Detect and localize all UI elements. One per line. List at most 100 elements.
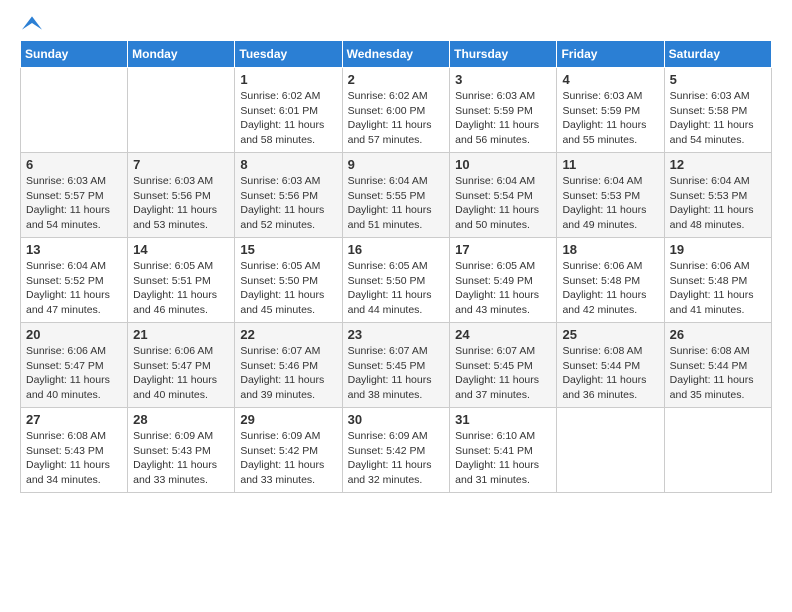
calendar-cell: 8Sunrise: 6:03 AM Sunset: 5:56 PM Daylig…	[235, 153, 342, 238]
calendar-cell: 31 Sunrise: 6:10 AM Sunset: 5:41 PM Dayli…	[450, 408, 557, 493]
day-info: Sunrise: 6:03 AM Sunset: 5:59 PM Dayligh…	[562, 89, 658, 148]
calendar-cell: 29Sunrise: 6:09 AM Sunset: 5:42 PM Dayli…	[235, 408, 342, 493]
day-number: 9	[348, 157, 445, 172]
day-info: Sunrise: 6:10 AM Sunset: 5:41 PM Dayligh…	[455, 429, 551, 488]
weekday-header-wednesday: Wednesday	[342, 41, 450, 68]
calendar-cell: 26 Sunrise: 6:08 AM Sunset: 5:44 PM Dayli…	[664, 323, 771, 408]
calendar-cell: 13 Sunrise: 6:04 AM Sunset: 5:52 PM Dayli…	[21, 238, 128, 323]
calendar-cell: 28 Sunrise: 6:09 AM Sunset: 5:43 PM Dayli…	[128, 408, 235, 493]
calendar-cell: 2Sunrise: 6:02 AM Sunset: 6:00 PM Daylig…	[342, 68, 450, 153]
day-number: 13	[26, 242, 122, 257]
calendar-header-row: SundayMondayTuesdayWednesdayThursdayFrid…	[21, 41, 772, 68]
day-info: Sunrise: 6:08 AM Sunset: 5:44 PM Dayligh…	[670, 344, 766, 403]
calendar-cell: 24 Sunrise: 6:07 AM Sunset: 5:45 PM Dayli…	[450, 323, 557, 408]
weekday-header-tuesday: Tuesday	[235, 41, 342, 68]
day-number: 19	[670, 242, 766, 257]
calendar-week-0: 1 Sunrise: 6:02 AM Sunset: 6:01 PM Daylig…	[21, 68, 772, 153]
calendar-week-1: 6 Sunrise: 6:03 AM Sunset: 5:57 PM Daylig…	[21, 153, 772, 238]
day-info: Sunrise: 6:05 AM Sunset: 5:50 PM Dayligh…	[240, 259, 336, 318]
day-number: 29	[240, 412, 336, 427]
day-number: 27	[26, 412, 122, 427]
calendar-cell: 3 Sunrise: 6:03 AM Sunset: 5:59 PM Daylig…	[450, 68, 557, 153]
day-number: 23	[348, 327, 445, 342]
weekday-header-saturday: Saturday	[664, 41, 771, 68]
day-info: Sunrise: 6:05 AM Sunset: 5:49 PM Dayligh…	[455, 259, 551, 318]
calendar-cell	[664, 408, 771, 493]
calendar-cell: 19Sunrise: 6:06 AM Sunset: 5:48 PM Dayli…	[664, 238, 771, 323]
calendar-cell: 30 Sunrise: 6:09 AM Sunset: 5:42 PM Dayli…	[342, 408, 450, 493]
calendar-cell: 11Sunrise: 6:04 AM Sunset: 5:53 PM Dayli…	[557, 153, 664, 238]
calendar-cell: 16 Sunrise: 6:05 AM Sunset: 5:50 PM Dayli…	[342, 238, 450, 323]
day-info: Sunrise: 6:07 AM Sunset: 5:45 PM Dayligh…	[348, 344, 445, 403]
calendar-cell: 21 Sunrise: 6:06 AM Sunset: 5:47 PM Dayli…	[128, 323, 235, 408]
day-info: Sunrise: 6:04 AM Sunset: 5:52 PM Dayligh…	[26, 259, 122, 318]
day-info: Sunrise: 6:06 AM Sunset: 5:47 PM Dayligh…	[26, 344, 122, 403]
day-number: 20	[26, 327, 122, 342]
day-number: 6	[26, 157, 122, 172]
weekday-header-monday: Monday	[128, 41, 235, 68]
day-info: Sunrise: 6:02 AM Sunset: 6:00 PM Dayligh…	[348, 89, 445, 148]
calendar-cell: 18Sunrise: 6:06 AM Sunset: 5:48 PM Dayli…	[557, 238, 664, 323]
day-number: 12	[670, 157, 766, 172]
calendar-cell: 15 Sunrise: 6:05 AM Sunset: 5:50 PM Dayli…	[235, 238, 342, 323]
logo-icon	[22, 16, 42, 30]
calendar-cell: 20 Sunrise: 6:06 AM Sunset: 5:47 PM Dayli…	[21, 323, 128, 408]
day-info: Sunrise: 6:05 AM Sunset: 5:51 PM Dayligh…	[133, 259, 229, 318]
calendar-cell	[21, 68, 128, 153]
day-number: 26	[670, 327, 766, 342]
calendar-cell: 23 Sunrise: 6:07 AM Sunset: 5:45 PM Dayli…	[342, 323, 450, 408]
day-number: 28	[133, 412, 229, 427]
calendar-cell: 17 Sunrise: 6:05 AM Sunset: 5:49 PM Dayli…	[450, 238, 557, 323]
day-info: Sunrise: 6:08 AM Sunset: 5:43 PM Dayligh…	[26, 429, 122, 488]
day-number: 30	[348, 412, 445, 427]
day-number: 3	[455, 72, 551, 87]
calendar-cell: 22 Sunrise: 6:07 AM Sunset: 5:46 PM Dayli…	[235, 323, 342, 408]
day-number: 15	[240, 242, 336, 257]
day-info: Sunrise: 6:09 AM Sunset: 5:43 PM Dayligh…	[133, 429, 229, 488]
calendar-cell: 10 Sunrise: 6:04 AM Sunset: 5:54 PM Dayli…	[450, 153, 557, 238]
calendar-cell: 25Sunrise: 6:08 AM Sunset: 5:44 PM Dayli…	[557, 323, 664, 408]
day-info: Sunrise: 6:08 AM Sunset: 5:44 PM Dayligh…	[562, 344, 658, 403]
day-info: Sunrise: 6:07 AM Sunset: 5:46 PM Dayligh…	[240, 344, 336, 403]
day-info: Sunrise: 6:04 AM Sunset: 5:53 PM Dayligh…	[670, 174, 766, 233]
day-number: 8	[240, 157, 336, 172]
calendar-body: 1 Sunrise: 6:02 AM Sunset: 6:01 PM Daylig…	[21, 68, 772, 493]
day-info: Sunrise: 6:03 AM Sunset: 5:59 PM Dayligh…	[455, 89, 551, 148]
day-info: Sunrise: 6:03 AM Sunset: 5:57 PM Dayligh…	[26, 174, 122, 233]
day-number: 5	[670, 72, 766, 87]
day-number: 22	[240, 327, 336, 342]
day-info: Sunrise: 6:02 AM Sunset: 6:01 PM Dayligh…	[240, 89, 336, 148]
day-number: 10	[455, 157, 551, 172]
calendar-week-4: 27 Sunrise: 6:08 AM Sunset: 5:43 PM Dayli…	[21, 408, 772, 493]
day-info: Sunrise: 6:04 AM Sunset: 5:55 PM Dayligh…	[348, 174, 445, 233]
day-number: 7	[133, 157, 229, 172]
day-number: 17	[455, 242, 551, 257]
calendar-cell: 9 Sunrise: 6:04 AM Sunset: 5:55 PM Daylig…	[342, 153, 450, 238]
weekday-header-thursday: Thursday	[450, 41, 557, 68]
day-number: 11	[562, 157, 658, 172]
logo	[20, 20, 42, 30]
day-number: 31	[455, 412, 551, 427]
calendar-table: SundayMondayTuesdayWednesdayThursdayFrid…	[20, 40, 772, 493]
page-header	[20, 20, 772, 30]
day-number: 1	[240, 72, 336, 87]
calendar-week-3: 20 Sunrise: 6:06 AM Sunset: 5:47 PM Dayli…	[21, 323, 772, 408]
day-number: 4	[562, 72, 658, 87]
day-info: Sunrise: 6:06 AM Sunset: 5:47 PM Dayligh…	[133, 344, 229, 403]
day-number: 14	[133, 242, 229, 257]
weekday-header-friday: Friday	[557, 41, 664, 68]
day-info: Sunrise: 6:09 AM Sunset: 5:42 PM Dayligh…	[348, 429, 445, 488]
day-info: Sunrise: 6:03 AM Sunset: 5:56 PM Dayligh…	[133, 174, 229, 233]
day-number: 16	[348, 242, 445, 257]
day-info: Sunrise: 6:03 AM Sunset: 5:58 PM Dayligh…	[670, 89, 766, 148]
day-info: Sunrise: 6:07 AM Sunset: 5:45 PM Dayligh…	[455, 344, 551, 403]
day-number: 24	[455, 327, 551, 342]
day-info: Sunrise: 6:04 AM Sunset: 5:54 PM Dayligh…	[455, 174, 551, 233]
weekday-header-sunday: Sunday	[21, 41, 128, 68]
day-number: 21	[133, 327, 229, 342]
calendar-cell	[128, 68, 235, 153]
day-info: Sunrise: 6:06 AM Sunset: 5:48 PM Dayligh…	[562, 259, 658, 318]
calendar-cell: 6 Sunrise: 6:03 AM Sunset: 5:57 PM Daylig…	[21, 153, 128, 238]
day-info: Sunrise: 6:05 AM Sunset: 5:50 PM Dayligh…	[348, 259, 445, 318]
calendar-cell: 5 Sunrise: 6:03 AM Sunset: 5:58 PM Daylig…	[664, 68, 771, 153]
